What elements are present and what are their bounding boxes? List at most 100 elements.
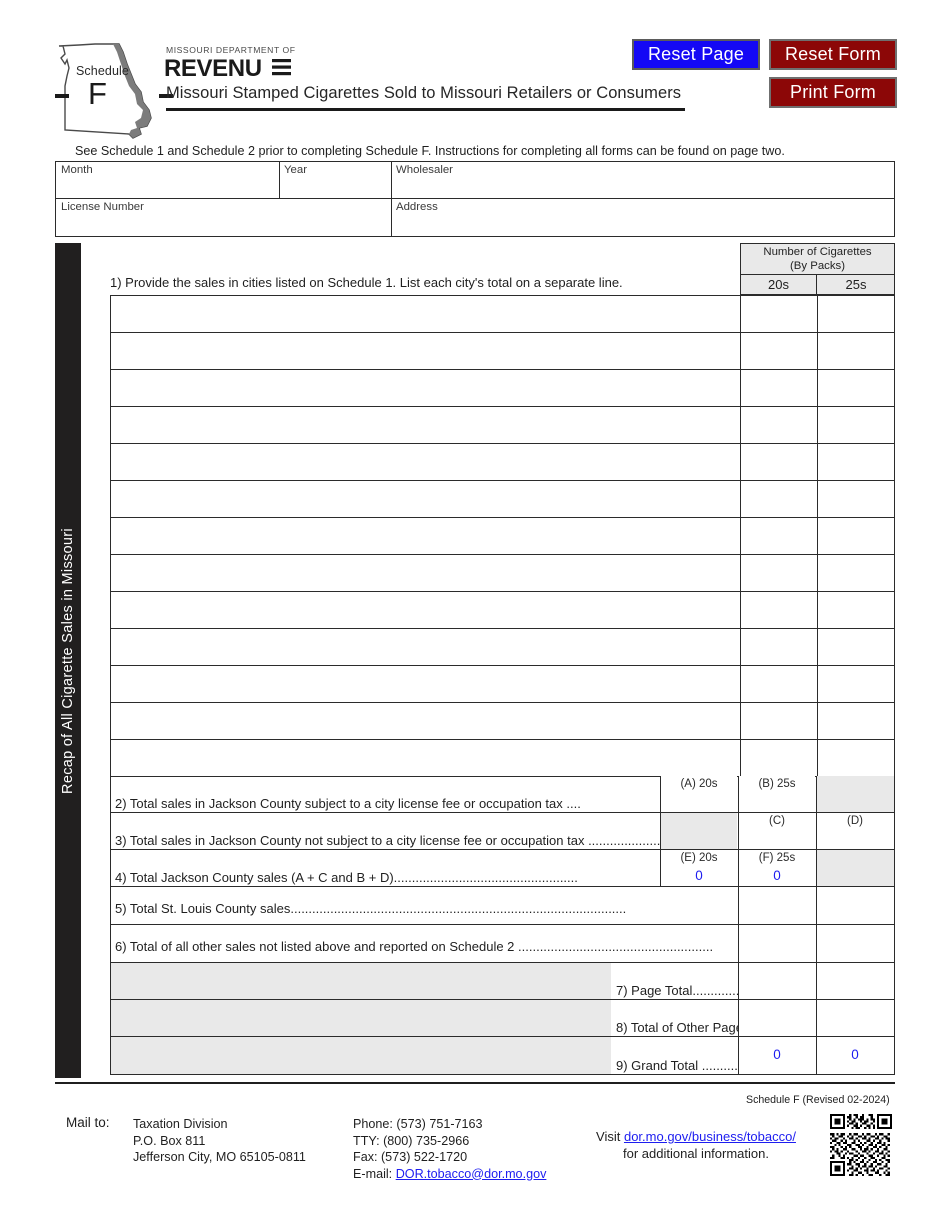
print-form-button[interactable]: Print Form	[769, 77, 897, 108]
city-name-input[interactable]	[111, 703, 739, 739]
line4-col-e-cell: (E) 20s 0	[660, 850, 737, 886]
address-label: Address	[396, 201, 438, 213]
city-20s-input[interactable]	[740, 555, 816, 591]
city-20s-input[interactable]	[740, 740, 816, 776]
city-25s-input[interactable]	[817, 481, 895, 517]
line7-label: 7) Page Total................	[616, 983, 751, 998]
city-name-input[interactable]	[111, 666, 739, 702]
city-name-input[interactable]	[111, 592, 739, 628]
city-name-input[interactable]	[111, 481, 739, 517]
info-divider-1	[279, 162, 280, 199]
reset-form-button[interactable]: Reset Form	[769, 39, 897, 70]
city-25s-input[interactable]	[817, 370, 895, 406]
email-link[interactable]: DOR.tobacco@dor.mo.gov	[396, 1167, 547, 1181]
city-25s-input[interactable]	[817, 666, 895, 702]
table-row	[111, 592, 894, 629]
city-20s-input[interactable]	[740, 370, 816, 406]
revision-label: Schedule F (Revised 02-2024)	[746, 1094, 890, 1106]
summary-row-line3: 3) Total sales in Jackson County not sub…	[110, 813, 895, 850]
city-20s-input[interactable]	[740, 333, 816, 369]
city-25s-input[interactable]	[817, 444, 895, 480]
recap-sidebar-label: Recap of All Cigarette Sales in Missouri	[60, 527, 76, 794]
line6-25s-input[interactable]	[816, 925, 894, 962]
line5-20s-input[interactable]	[738, 887, 815, 924]
table-row	[111, 555, 894, 592]
revenue-wordmark: REVENU	[164, 55, 294, 83]
table-row	[111, 629, 894, 666]
line2-col-a-cell[interactable]: (A) 20s	[660, 776, 737, 812]
city-20s-input[interactable]	[740, 481, 816, 517]
form-page: Schedule F MISSOURI DEPARTMENT OF REVENU…	[0, 0, 950, 1230]
city-20s-input[interactable]	[740, 703, 816, 739]
city-20s-input[interactable]	[740, 444, 816, 480]
contact-block: Phone: (573) 751-7163 TTY: (800) 735-296…	[353, 1116, 546, 1182]
info-divider-3	[391, 199, 392, 236]
visit-prefix: Visit	[596, 1129, 621, 1144]
line2-col-b-cell[interactable]: (B) 25s	[738, 776, 815, 812]
city-20s-input[interactable]	[740, 592, 816, 628]
city-25s-input[interactable]	[817, 740, 895, 776]
line9-label: 9) Grand Total ..............	[616, 1058, 753, 1073]
recap-sidebar-label-wrap: Recap of All Cigarette Sales in Missouri	[55, 243, 81, 1078]
line7-filler-block	[111, 963, 611, 999]
line2-label: 2) Total sales in Jackson County subject…	[115, 796, 581, 811]
address-line-3: Jefferson City, MO 65105-0811	[133, 1150, 306, 1164]
city-name-input[interactable]	[111, 518, 739, 554]
city-25s-input[interactable]	[817, 629, 895, 665]
line3-col-d-cell[interactable]: (D)	[816, 813, 894, 849]
city-name-input[interactable]	[111, 407, 739, 443]
wholesaler-input[interactable]	[393, 177, 891, 197]
line8-25s-input[interactable]	[816, 1000, 894, 1036]
city-name-input[interactable]	[111, 444, 739, 480]
address-input[interactable]	[393, 214, 891, 234]
city-25s-input[interactable]	[817, 703, 895, 739]
noc-title-line1: Number of Cigarettes	[763, 245, 872, 258]
city-25s-input[interactable]	[817, 407, 895, 443]
tobacco-website-link[interactable]: dor.mo.gov/business/tobacco/	[624, 1129, 796, 1144]
table-row	[111, 518, 894, 555]
instruction-line-1: 1) Provide the sales in cities listed on…	[110, 275, 623, 290]
city-20s-input[interactable]	[740, 407, 816, 443]
year-label: Year	[284, 164, 308, 176]
qr-code	[830, 1114, 892, 1176]
table-row	[111, 370, 894, 407]
city-20s-input[interactable]	[740, 629, 816, 665]
city-20s-input[interactable]	[740, 296, 816, 332]
city-20s-input[interactable]	[740, 518, 816, 554]
email-label: E-mail:	[353, 1166, 393, 1181]
tty-line: TTY: (800) 735-2966	[353, 1133, 470, 1148]
recap-table: Recap of All Cigarette Sales in Missouri…	[55, 243, 895, 1078]
line9-25s-value: 0	[851, 1047, 859, 1062]
table-row	[111, 333, 894, 370]
city-25s-input[interactable]	[817, 592, 895, 628]
city-25s-input[interactable]	[817, 296, 895, 332]
fax-line: Fax: (573) 522-1720	[353, 1150, 468, 1164]
reset-page-button[interactable]: Reset Page	[632, 39, 760, 70]
city-25s-input[interactable]	[817, 333, 895, 369]
license-number-input[interactable]	[57, 214, 389, 234]
year-input[interactable]	[281, 177, 389, 197]
summary-row-line2: 2) Total sales in Jackson County subject…	[110, 776, 895, 813]
table-row	[111, 703, 894, 740]
line8-20s-input[interactable]	[738, 1000, 815, 1036]
line4-col-f-cell: (F) 25s 0	[738, 850, 815, 886]
city-name-input[interactable]	[111, 740, 739, 776]
city-name-input[interactable]	[111, 296, 739, 332]
phone-line: Phone: (573) 751-7163	[353, 1117, 483, 1131]
line6-20s-input[interactable]	[738, 925, 815, 962]
city-25s-input[interactable]	[817, 518, 895, 554]
summary-row-line6: 6) Total of all other sales not listed a…	[110, 925, 895, 963]
city-name-input[interactable]	[111, 333, 739, 369]
line4-col-f-label: (F) 25s	[758, 852, 796, 864]
table-row	[111, 407, 894, 444]
city-name-input[interactable]	[111, 555, 739, 591]
number-of-cigarettes-subheader: 20s 25s	[741, 275, 894, 294]
line5-25s-input[interactable]	[816, 887, 894, 924]
city-25s-input[interactable]	[817, 555, 895, 591]
line9-filler-block	[111, 1037, 611, 1074]
month-input[interactable]	[57, 177, 277, 197]
city-name-input[interactable]	[111, 629, 739, 665]
city-name-input[interactable]	[111, 370, 739, 406]
line3-col-c-cell[interactable]: (C)	[738, 813, 815, 849]
city-20s-input[interactable]	[740, 666, 816, 702]
